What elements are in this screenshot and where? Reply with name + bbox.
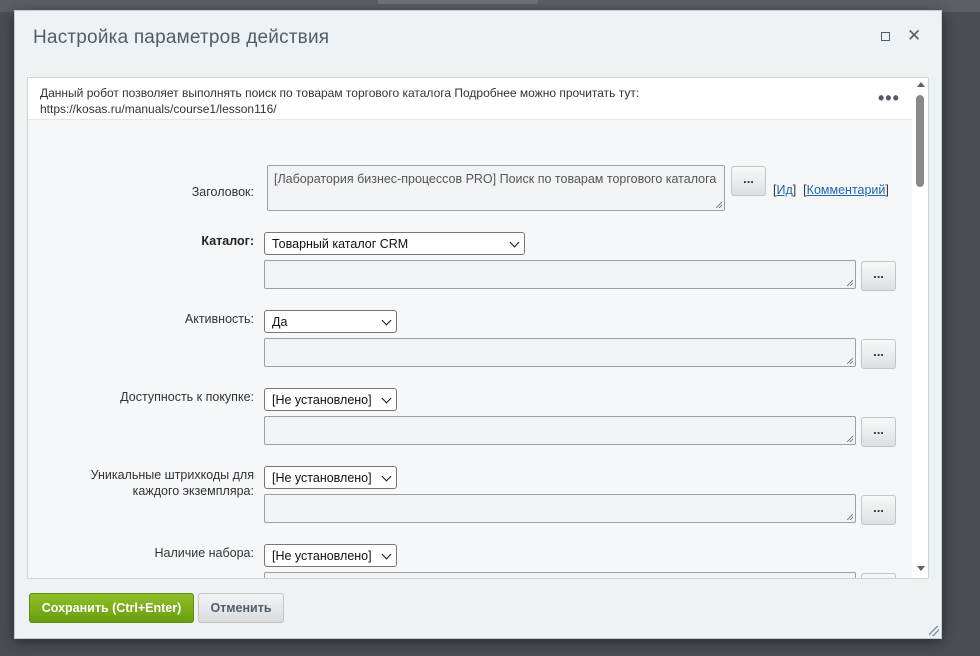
save-button[interactable]: Сохранить (Ctrl+Enter) (29, 593, 194, 623)
robot-description: Данный робот позволяет выполнять поиск п… (40, 85, 860, 117)
comment-link[interactable]: Комментарий (807, 183, 886, 197)
resize-grip-icon[interactable] (847, 358, 853, 364)
bundle-label: Наличие набора: (154, 546, 254, 560)
resize-grip-icon[interactable] (847, 280, 853, 286)
cancel-button[interactable]: Отменить (198, 593, 284, 623)
barcodes-textarea[interactable] (264, 494, 856, 523)
dialog-resize-icon[interactable] (929, 626, 939, 636)
catalog-selected: Товарный каталог CRM (272, 237, 409, 251)
background-tab (378, 0, 538, 4)
chevron-down-icon (381, 471, 392, 482)
title-label: Заголовок: (191, 185, 254, 199)
scroll-up-icon[interactable] (917, 82, 925, 87)
robot-description-line1: Данный робот позволяет выполнять поиск п… (40, 86, 640, 100)
barcodes-selected: [Не установлено] (272, 471, 372, 485)
bundle-selected: [Не установлено] (272, 549, 372, 563)
resize-grip-icon[interactable] (847, 514, 853, 520)
bundle-textarea[interactable] (264, 572, 856, 578)
title-links: [Ид] [Комментарий] (773, 183, 889, 197)
available-select[interactable]: [Не установлено] (264, 388, 397, 411)
chevron-down-icon (509, 237, 520, 248)
maximize-icon[interactable] (874, 25, 896, 47)
catalog-label: Каталог: (201, 234, 254, 248)
active-label: Активность: (184, 312, 254, 326)
available-selected: [Не установлено] (272, 393, 372, 407)
available-dots-button[interactable]: ... (861, 417, 896, 447)
close-icon[interactable]: ✕ (902, 25, 924, 47)
vertical-scrollbar[interactable] (913, 78, 928, 578)
chevron-down-icon (381, 549, 392, 560)
robot-info: Данный робот позволяет выполнять поиск п… (28, 78, 912, 120)
scroll-down-icon[interactable] (917, 566, 925, 571)
catalog-select[interactable]: Товарный каталог CRM (264, 232, 525, 255)
active-selected: Да (272, 315, 288, 329)
id-link[interactable]: Ид (776, 183, 792, 197)
robot-description-link: https://kosas.ru/manuals/course1/lesson1… (40, 102, 277, 116)
barcodes-label: Уникальные штрихкоды для каждого экземпл… (28, 467, 254, 499)
more-options-icon[interactable]: ••• (878, 88, 900, 109)
barcodes-dots-button[interactable]: ... (861, 495, 896, 525)
catalog-textarea[interactable] (264, 260, 856, 289)
title-textarea[interactable]: [Лаборатория бизнес-процессов PRO] Поиск… (267, 165, 725, 211)
chevron-down-icon (381, 393, 392, 404)
dialog-title: Настройка параметров действия (33, 27, 330, 48)
available-label: Доступность к покупке: (120, 390, 254, 404)
title-dots-button[interactable]: ... (731, 166, 766, 196)
action-settings-dialog: Настройка параметров действия ✕ Данный р… (14, 10, 942, 639)
dialog-content: Данный робот позволяет выполнять поиск п… (27, 77, 929, 579)
catalog-dots-button[interactable]: ... (861, 261, 896, 291)
form-area: Заголовок: [Лаборатория бизнес-процессов… (28, 120, 912, 578)
resize-grip-icon[interactable] (716, 202, 722, 208)
chevron-down-icon (381, 315, 392, 326)
scrollbar-thumb[interactable] (916, 95, 924, 187)
active-textarea[interactable] (264, 338, 856, 367)
barcodes-label-line1: Уникальные штрихкоды для (90, 468, 254, 482)
active-select[interactable]: Да (264, 310, 397, 333)
available-textarea[interactable] (264, 416, 856, 445)
dialog-titlebar: Настройка параметров действия ✕ (15, 11, 941, 63)
resize-grip-icon[interactable] (847, 436, 853, 442)
bundle-dots-button[interactable]: ... (861, 573, 896, 578)
barcodes-label-line2: каждого экземпляра: (132, 484, 254, 498)
active-dots-button[interactable]: ... (861, 339, 896, 369)
bundle-select[interactable]: [Не установлено] (264, 544, 397, 567)
dialog-footer: Сохранить (Ctrl+Enter) Отменить (15, 585, 941, 638)
title-value: [Лаборатория бизнес-процессов PRO] Поиск… (274, 172, 717, 186)
barcodes-select[interactable]: [Не установлено] (264, 466, 397, 489)
